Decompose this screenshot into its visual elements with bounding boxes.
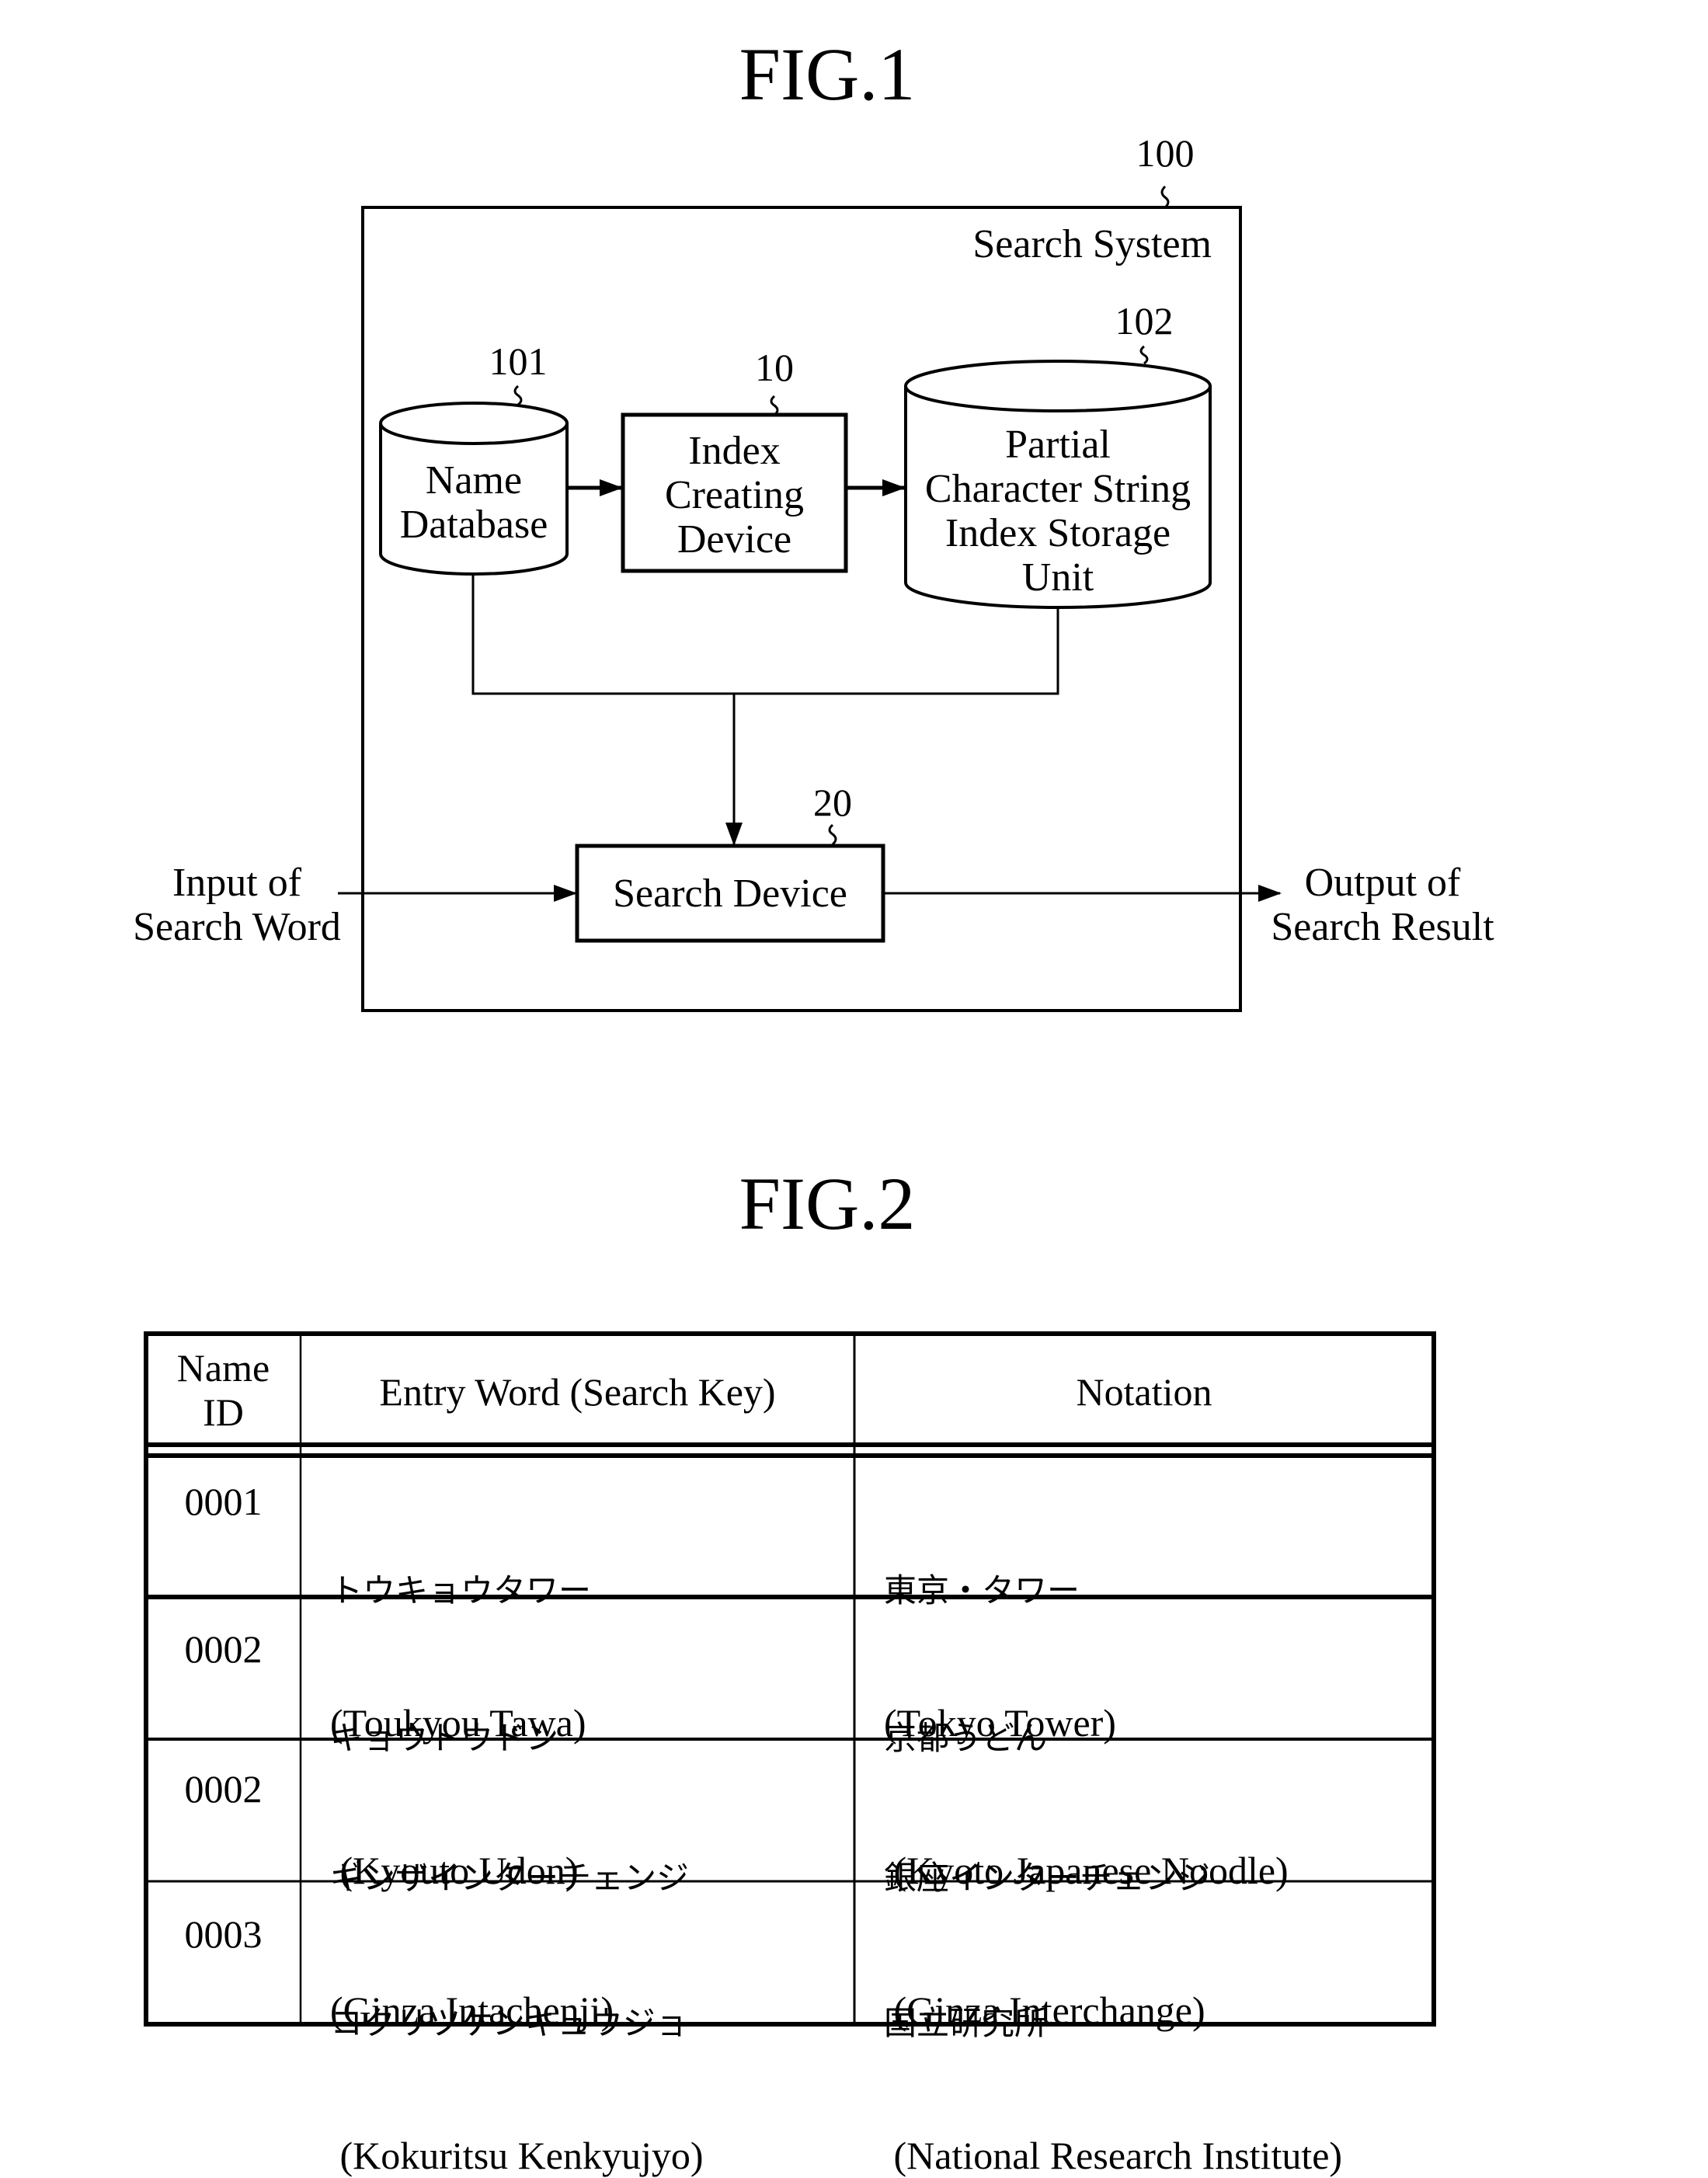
notation-en: (National Research Institute) xyxy=(884,2134,1343,2177)
fig2-title: FIG.2 xyxy=(739,1162,916,1245)
search-system-label: Search System xyxy=(972,222,1212,266)
ref-leader-10 xyxy=(770,395,779,416)
table-row-id: 0003 xyxy=(184,1912,263,1956)
table-row-id: 0002 xyxy=(184,1767,263,1811)
entry-kana: キョウトウドン xyxy=(330,1719,559,1757)
notation-jp: 東京・タワー xyxy=(884,1571,1080,1609)
index-storage-line3: Index Storage xyxy=(944,511,1171,555)
index-creating-device-label: Index Creating Device xyxy=(623,429,846,562)
entry-roman: (Kokuritsu Kenkyujyo) xyxy=(330,2134,704,2177)
index-creating-device-line1: Index xyxy=(688,429,781,473)
table-row-id: 0002 xyxy=(184,1627,263,1671)
entry-kana: コクリツケンキュウジョ xyxy=(330,2004,688,2042)
header-name-id-line2: ID xyxy=(203,1390,244,1434)
ref-100: 100 xyxy=(1136,131,1195,175)
index-creating-device-line2: Creating xyxy=(664,473,805,517)
index-storage-label: Partial Character String Index Storage U… xyxy=(901,423,1215,600)
name-database-label: Name Database xyxy=(373,458,575,547)
ref-10: 10 xyxy=(755,346,794,389)
ref-leader-100 xyxy=(1160,185,1170,209)
input-search-word-label: Input of Search Word xyxy=(109,861,365,949)
name-database-line1: Name xyxy=(425,458,523,503)
output-line1: Output of xyxy=(1304,861,1461,905)
input-line2: Search Word xyxy=(133,905,341,949)
ref-102: 102 xyxy=(1115,299,1174,343)
header-entry-word: Entry Word (Search Key) xyxy=(379,1370,776,1414)
table-row-notation: 国立研究所 (National Research Institute) xyxy=(884,1912,1428,2178)
index-storage-line2: Character String xyxy=(924,467,1191,511)
table-row-entry: コクリツケンキュウジョ (Kokuritsu Kenkyujyo) xyxy=(330,1912,851,2178)
ref-101: 101 xyxy=(489,339,548,383)
ref-leader-20 xyxy=(828,823,837,846)
output-search-result-label: Output of Search Result xyxy=(1254,861,1511,949)
ref-leader-101 xyxy=(513,384,523,406)
notation-jp: 銀座インターチェンジ xyxy=(884,1859,1211,1897)
ref-leader-102 xyxy=(1139,345,1149,365)
index-creating-device-line3: Device xyxy=(677,517,792,562)
header-name-id-line1: Name xyxy=(176,1346,270,1390)
search-device-label: Search Device xyxy=(613,872,847,916)
notation-jp: 京都うどん xyxy=(884,1719,1048,1757)
header-notation: Notation xyxy=(1076,1370,1212,1414)
header-name-id: Name ID xyxy=(146,1346,301,1435)
index-storage-line1: Partial xyxy=(1005,423,1111,467)
notation-jp: 国立研究所 xyxy=(884,2004,1048,2042)
table-row-id: 0001 xyxy=(184,1480,263,1523)
index-storage-line4: Unit xyxy=(1021,555,1094,600)
entry-kana: ギンザインターチェンジ xyxy=(330,1859,690,1897)
ref-20: 20 xyxy=(813,781,852,824)
input-line1: Input of xyxy=(172,861,302,905)
name-database-line2: Database xyxy=(399,503,548,547)
output-line2: Search Result xyxy=(1271,905,1494,949)
entry-kana: トウキョウタワー xyxy=(330,1571,592,1609)
